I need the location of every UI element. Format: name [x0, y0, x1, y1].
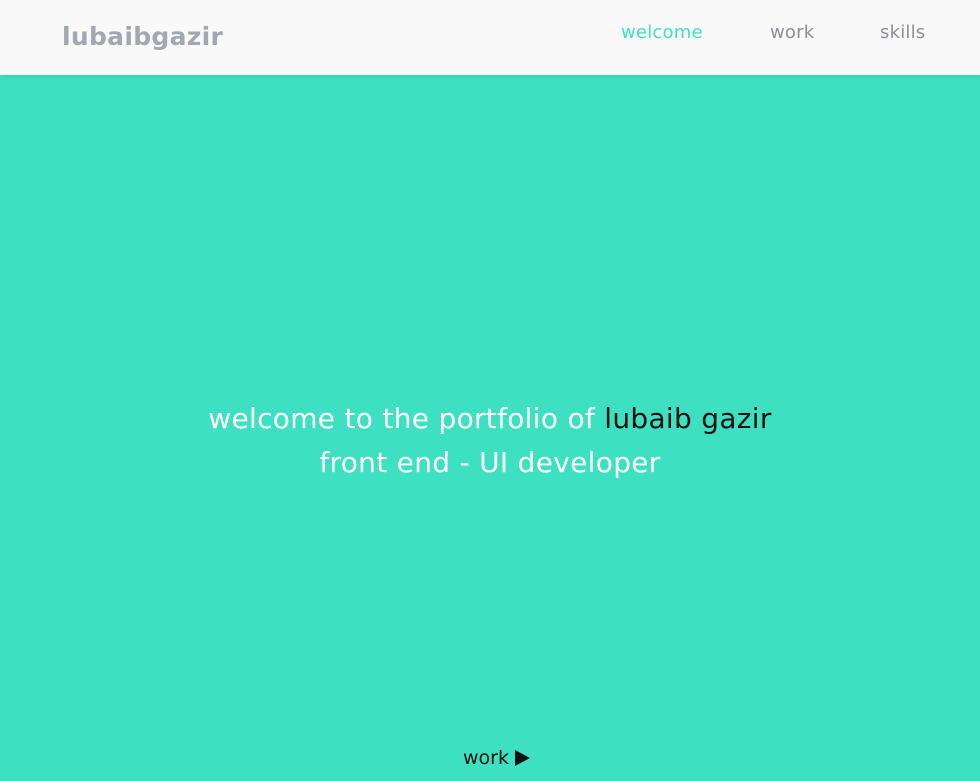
nav-work-link[interactable]: work	[770, 22, 814, 43]
hero-section: welcome to the portfolio of lubaib gazir…	[0, 397, 980, 485]
hero-line-1: welcome to the portfolio of lubaib gazir	[0, 397, 980, 441]
hero-intro-text: welcome to the portfolio of	[208, 402, 596, 435]
play-icon	[514, 750, 530, 766]
top-navbar: lubaibgazir welcome work skills	[0, 0, 980, 75]
nav-welcome-link[interactable]: welcome	[621, 22, 703, 43]
page: lubaibgazir welcome work skills welcome …	[0, 0, 980, 781]
main-nav: welcome work skills	[0, 22, 980, 46]
hero-subtitle: front end - UI developer	[319, 446, 661, 479]
nav-skills-link[interactable]: skills	[880, 22, 925, 43]
scroll-to-work-label: work	[463, 747, 509, 769]
hero-name: lubaib gazir	[604, 402, 772, 435]
scroll-to-work-link[interactable]: work	[463, 745, 530, 771]
